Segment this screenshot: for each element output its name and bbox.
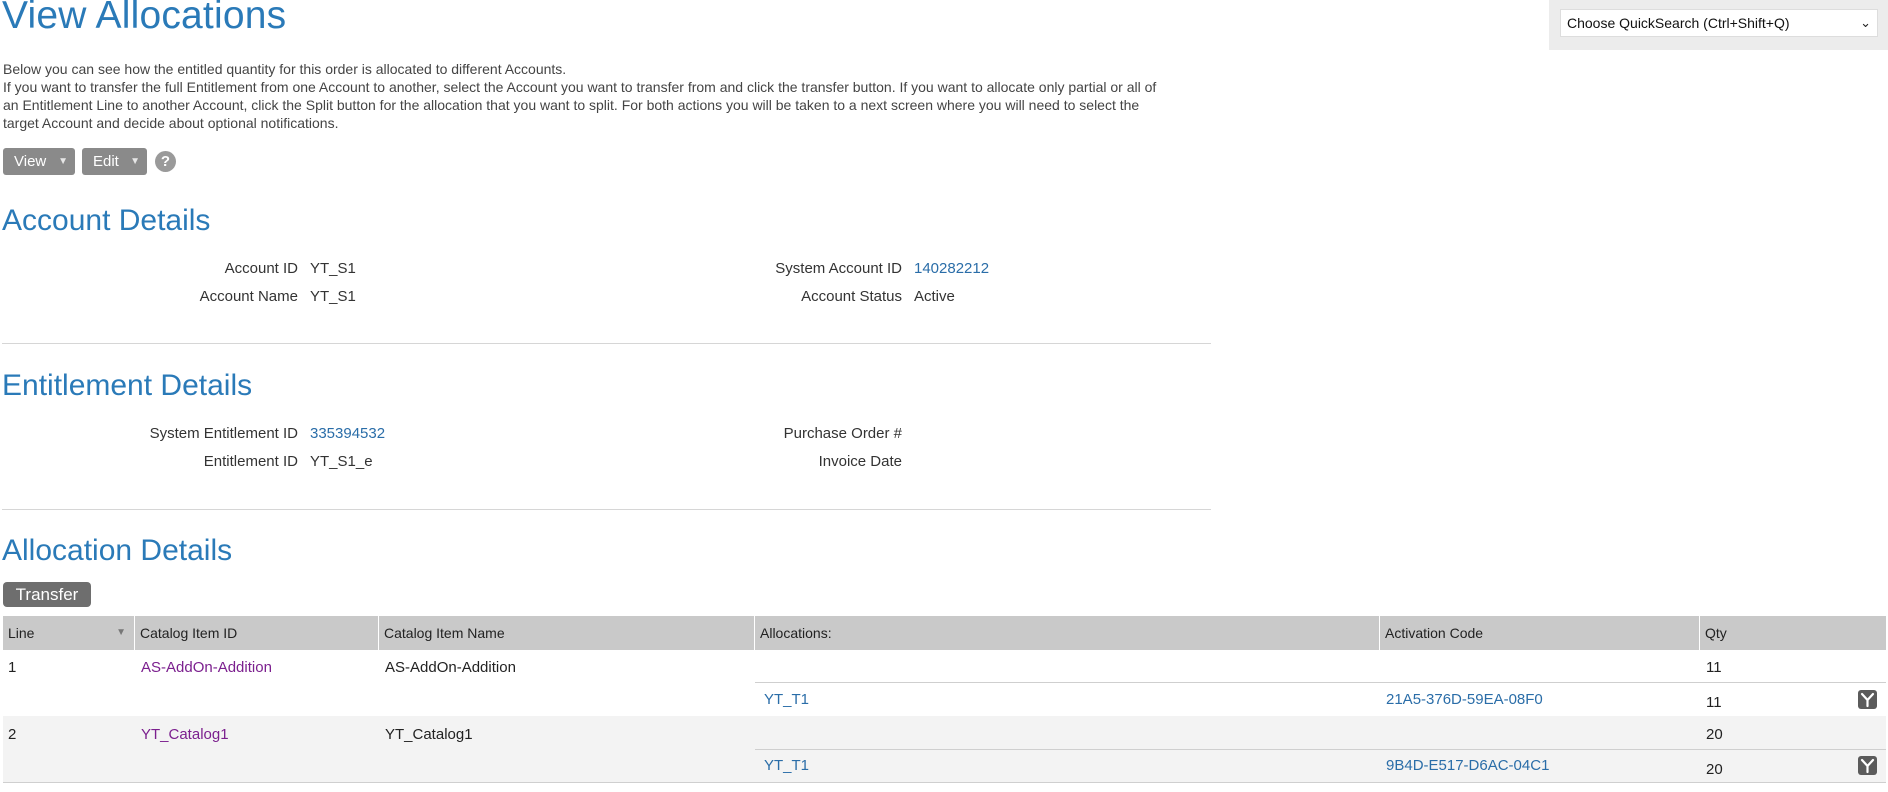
- table-header: Line ▼ Catalog Item ID Catalog Item Name…: [3, 616, 1886, 650]
- entitlement-details-heading: Entitlement Details: [2, 369, 253, 402]
- allocation-account-link[interactable]: YT_T1: [764, 691, 809, 708]
- column-header-catalog-item-id[interactable]: Catalog Item ID: [135, 616, 379, 650]
- intro-line-1: Below you can see how the entitled quant…: [3, 61, 567, 77]
- account-details-heading: Account Details: [2, 204, 211, 237]
- allocation-account-link[interactable]: YT_T1: [764, 757, 809, 774]
- split-icon[interactable]: [1858, 690, 1877, 709]
- table-row: [3, 650, 1886, 716]
- account-name-value: YT_S1: [310, 288, 356, 305]
- purchase-order-label: Purchase Order #: [783, 425, 902, 442]
- transfer-button[interactable]: Transfer: [3, 582, 91, 607]
- caret-down-icon: ▼: [58, 156, 68, 167]
- account-status-label: Account Status: [801, 288, 902, 305]
- column-header-line[interactable]: Line ▼: [3, 616, 135, 650]
- allocation-qty-cell: 20: [1706, 761, 1723, 778]
- allocation-qty-cell: 11: [1706, 694, 1722, 711]
- column-header-allocations[interactable]: Allocations:: [755, 616, 1380, 650]
- account-name-label: Account Name: [199, 288, 298, 305]
- intro-text: Below you can see how the entitled quant…: [3, 60, 1163, 132]
- edit-menu-label: Edit: [93, 153, 119, 170]
- quicksearch-panel: Choose QuickSearch (Ctrl+Shift+Q) ⌄: [1549, 0, 1888, 50]
- catalog-item-name-cell: YT_Catalog1: [385, 726, 473, 743]
- view-menu-button[interactable]: View ▼: [3, 148, 75, 175]
- chevron-down-icon: ⌄: [1860, 15, 1871, 30]
- account-id-label: Account ID: [224, 260, 298, 277]
- entitlement-id-label: Entitlement ID: [203, 453, 298, 470]
- divider: [2, 343, 1211, 344]
- row-qty-cell: 11: [1706, 659, 1722, 676]
- column-header-line-label: Line: [8, 625, 35, 641]
- activation-code-link[interactable]: 9B4D-E517-D6AC-04C1: [1386, 757, 1549, 774]
- activation-code-link[interactable]: 21A5-376D-59EA-08F0: [1386, 691, 1543, 708]
- column-header-catalog-item-name[interactable]: Catalog Item Name: [379, 616, 755, 650]
- catalog-item-id-link[interactable]: YT_Catalog1: [141, 726, 229, 743]
- catalog-item-id-link[interactable]: AS-AddOn-Addition: [141, 659, 272, 676]
- system-account-id-link[interactable]: 140282212: [914, 260, 989, 277]
- caret-down-icon: ▼: [130, 156, 140, 167]
- invoice-date-label: Invoice Date: [818, 453, 902, 470]
- quicksearch-selected-label: Choose QuickSearch (Ctrl+Shift+Q): [1567, 15, 1790, 31]
- account-status-value: Active: [914, 288, 955, 305]
- help-icon[interactable]: ?: [155, 151, 176, 172]
- view-menu-label: View: [14, 153, 47, 170]
- page-title: View Allocations: [2, 0, 287, 37]
- row-line-cell: 1: [8, 659, 17, 676]
- system-entitlement-id-link[interactable]: 335394532: [310, 425, 385, 442]
- edit-menu-button[interactable]: Edit ▼: [82, 148, 147, 175]
- split-icon[interactable]: [1858, 756, 1877, 775]
- column-header-activation-code[interactable]: Activation Code: [1380, 616, 1700, 650]
- system-entitlement-id-label: System Entitlement ID: [149, 425, 298, 442]
- divider: [2, 509, 1211, 510]
- account-id-value: YT_S1: [310, 260, 356, 277]
- sub-row-divider: [755, 682, 1886, 683]
- row-line-cell: 2: [8, 726, 17, 743]
- entitlement-id-value: YT_S1_e: [310, 453, 373, 470]
- row-qty-cell: 20: [1706, 726, 1723, 743]
- quicksearch-select[interactable]: Choose QuickSearch (Ctrl+Shift+Q) ⌄: [1560, 9, 1878, 37]
- allocation-details-heading: Allocation Details: [2, 534, 233, 567]
- catalog-item-name-cell: AS-AddOn-Addition: [385, 659, 516, 676]
- sort-caret-icon[interactable]: ▼: [116, 616, 126, 650]
- table-bottom-border: [3, 782, 1886, 783]
- column-header-qty[interactable]: Qty: [1700, 616, 1886, 650]
- sub-row-divider: [755, 749, 1886, 750]
- system-account-id-label: System Account ID: [775, 260, 902, 277]
- intro-line-2: If you want to transfer the full Entitle…: [3, 79, 1157, 131]
